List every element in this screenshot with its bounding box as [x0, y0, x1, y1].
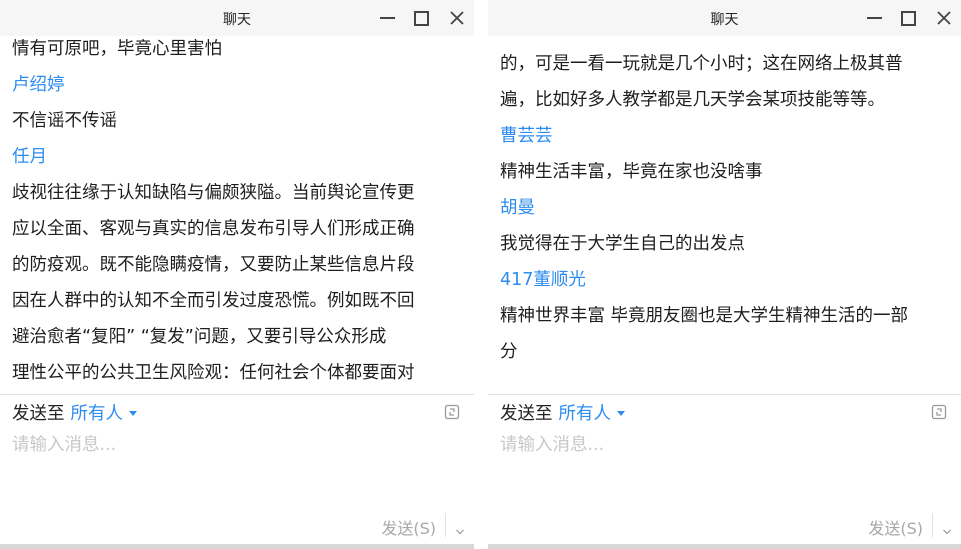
message-container: 情有可原吧，毕竟心里害怕 卢绍婷不信谣不传谣 任月歧视往往缘于认知缺陷与偏颇狭隘。当… — [12, 36, 460, 392]
compose-area: 发送至 所有人 发送(S) — [0, 395, 474, 549]
message-text: 精神生活丰富，毕竟在家也没啥事 — [500, 162, 763, 182]
message-text: 的，可是一看一玩就是几个小时；这在网络上极其普 — [500, 54, 903, 74]
sender-name: 胡曼 — [500, 198, 535, 218]
message-text: 理性公平的公共卫生风险观：任何社会个体都要面对 — [12, 363, 415, 383]
message-input[interactable] — [500, 431, 947, 511]
message-input[interactable] — [12, 431, 460, 511]
window-title: 聊天 — [223, 12, 251, 28]
minimize-icon[interactable] — [376, 7, 398, 29]
send-button[interactable]: 发送(S) — [868, 515, 923, 539]
sender-name: 曹芸芸 — [500, 126, 553, 146]
message-text: 应以全面、客观与真实的信息发布引导人们形成正确 — [12, 219, 415, 239]
title-bar[interactable]: 聊天 — [488, 0, 961, 36]
message-text: 不信谣不传谣 — [12, 111, 117, 131]
window-bottom-edge — [0, 544, 474, 549]
compose-area: 发送至 所有人 发送(S) — [488, 395, 961, 549]
message-text: 歧视往往缘于认知缺陷与偏颇狭隘。当前舆论宣传更 — [12, 183, 415, 203]
window-title: 聊天 — [710, 12, 739, 28]
send-button[interactable]: 发送(S) — [381, 515, 436, 539]
maximize-icon[interactable] — [897, 7, 919, 29]
message-text: 的防疫观。既不能隐瞒疫情，又要防止某些信息片段 — [12, 255, 415, 275]
send-to-label: 发送至 — [12, 404, 65, 424]
message-text: 精神世界丰富 毕竟朋友圈也是大学生精神生活的一部 — [500, 306, 909, 326]
close-icon[interactable] — [446, 7, 468, 29]
send-separator — [445, 513, 446, 537]
close-icon[interactable] — [933, 7, 955, 29]
send-to: 发送至 所有人 — [500, 400, 625, 425]
caret-down-icon — [617, 411, 625, 416]
title-bar[interactable]: 聊天 — [0, 0, 474, 36]
sender-name: 卢绍婷 — [12, 75, 65, 95]
recipient-dropdown[interactable]: 所有人 — [558, 400, 625, 425]
recipient-dropdown[interactable]: 所有人 — [70, 400, 137, 425]
message-text: 遍，比如好多人教学都是几天学会某项技能等等。 — [500, 90, 885, 110]
message-text: 并分担一定公共卫生风险，将公共卫生风险归罪于特 — [12, 391, 460, 392]
send-separator — [932, 513, 933, 537]
message-text: 因在人群中的认知不全而引发过度恐慌。例如既不回 — [12, 291, 415, 311]
window-bottom-edge — [488, 544, 961, 549]
chat-window-right: 聊天 的，可是一看一玩就是几个小时；这在网络上极其普 遍，比如好多人教学都是几天学… — [488, 0, 961, 549]
screenshot-icon[interactable] — [931, 404, 947, 420]
chat-window-left: 聊天 情有可原吧，毕竟心里害怕 卢绍婷不信谣不传谣 任月歧视往往缘于认知缺陷与偏颇狭… — [0, 0, 474, 549]
chevron-down-icon[interactable] — [456, 521, 464, 535]
screenshot-icon[interactable] — [444, 404, 460, 420]
recipient-label: 所有人 — [70, 404, 124, 424]
sender-name: 任月 — [12, 147, 47, 167]
message-list[interactable]: 情有可原吧，毕竟心里害怕 卢绍婷不信谣不传谣 任月歧视往往缘于认知缺陷与偏颇狭隘。当… — [0, 36, 474, 392]
minimize-icon[interactable] — [863, 7, 885, 29]
message-text: 分 — [500, 342, 518, 362]
recipient-label: 所有人 — [558, 404, 612, 424]
message-text: 避治愈者“复阳” “复发”问题，又要引导公众形成 — [12, 327, 387, 347]
message-list[interactable]: 的，可是一看一玩就是几个小时；这在网络上极其普 遍，比如好多人教学都是几天学会某项… — [488, 36, 961, 392]
send-to-label: 发送至 — [500, 404, 553, 424]
window-gap — [474, 0, 488, 549]
message-text: 我觉得在于大学生自己的出发点 — [500, 234, 745, 254]
maximize-icon[interactable] — [410, 7, 432, 29]
sender-name: 417董顺光 — [500, 270, 586, 290]
message-text: 情有可原吧，毕竟心里害怕 — [12, 39, 222, 59]
message-container: 的，可是一看一玩就是几个小时；这在网络上极其普 遍，比如好多人教学都是几天学会某项… — [500, 46, 947, 370]
send-to: 发送至 所有人 — [12, 400, 137, 425]
chevron-down-icon[interactable] — [943, 521, 951, 535]
caret-down-icon — [129, 411, 137, 416]
